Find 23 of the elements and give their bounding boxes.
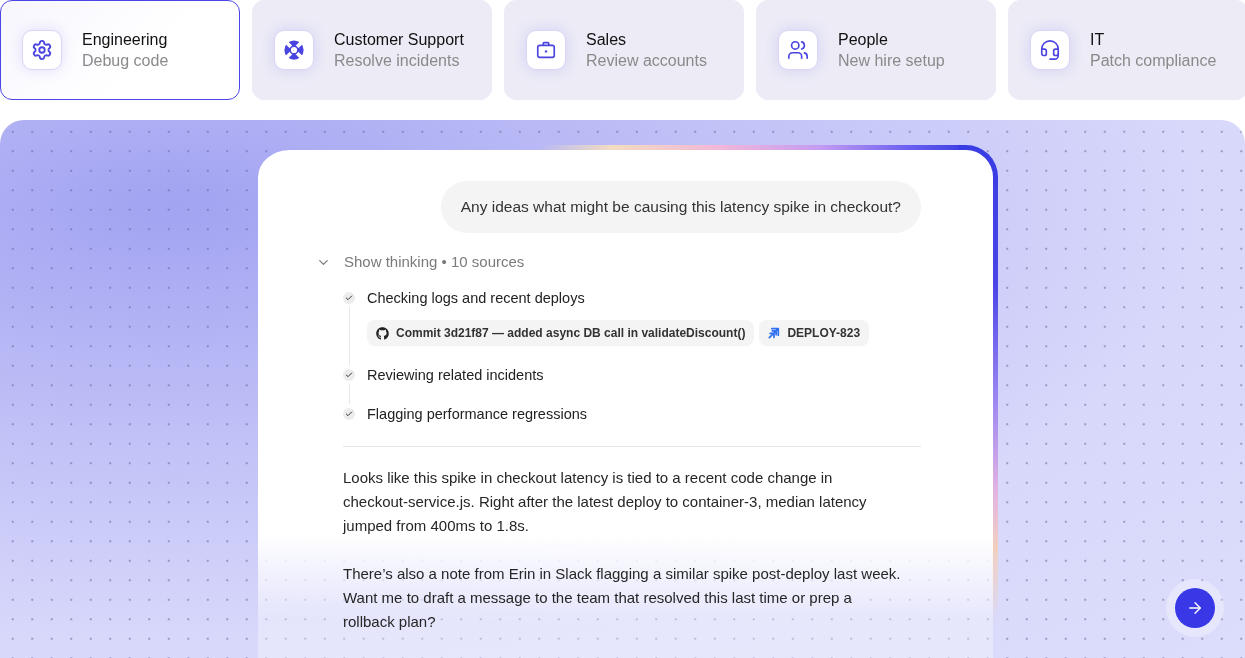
- response-paragraph: There’s also a note from Erin in Slack flagging a similar spike post-deploy last week. Want me to draft a message to the team that resolved this last time or prep a rollback plan?: [343, 564, 902, 632]
- thinking-step: Flagging performance regressions: [367, 404, 588, 424]
- category-card[interactable]: IT Patch compliance: [1008, 0, 1245, 100]
- show-thinking-toggle[interactable]: Show thinking • 10 sources: [316, 252, 525, 272]
- arrow-right-icon: [1186, 599, 1204, 617]
- category-card[interactable]: Engineering Debug code: [0, 0, 240, 100]
- double-arrow-icon: [768, 327, 781, 339]
- lifebuoy-icon: [274, 30, 314, 70]
- category-card[interactable]: Sales Review accounts: [504, 0, 744, 100]
- user-message-bubble: Any ideas what might be causing this latency spike in checkout?: [440, 181, 921, 233]
- people-icon: [778, 30, 818, 70]
- thinking-step: Checking logs and recent deploys: [367, 288, 870, 308]
- source-chip[interactable]: DEPLOY-823: [759, 320, 870, 346]
- source-chip[interactable]: Commit 3d21f87 — added async DB call in validateDiscount(): [367, 320, 755, 346]
- next-button[interactable]: [1175, 588, 1215, 628]
- gear-icon: [22, 30, 62, 70]
- response-paragraph: Looks like this spike in checkout latency is tied to a recent code change in checkout-service.js. Right after the latest deploy to container-3, median latency jumped from 400ms to 1.8s.: [343, 468, 868, 536]
- headset-icon: [1030, 30, 1070, 70]
- category-card[interactable]: Customer Support Resolve incidents: [252, 0, 492, 100]
- category-card[interactable]: People New hire setup: [756, 0, 996, 100]
- briefcase-icon: [526, 30, 566, 70]
- github-icon: [376, 326, 389, 340]
- thinking-step: Reviewing related incidents: [367, 365, 544, 385]
